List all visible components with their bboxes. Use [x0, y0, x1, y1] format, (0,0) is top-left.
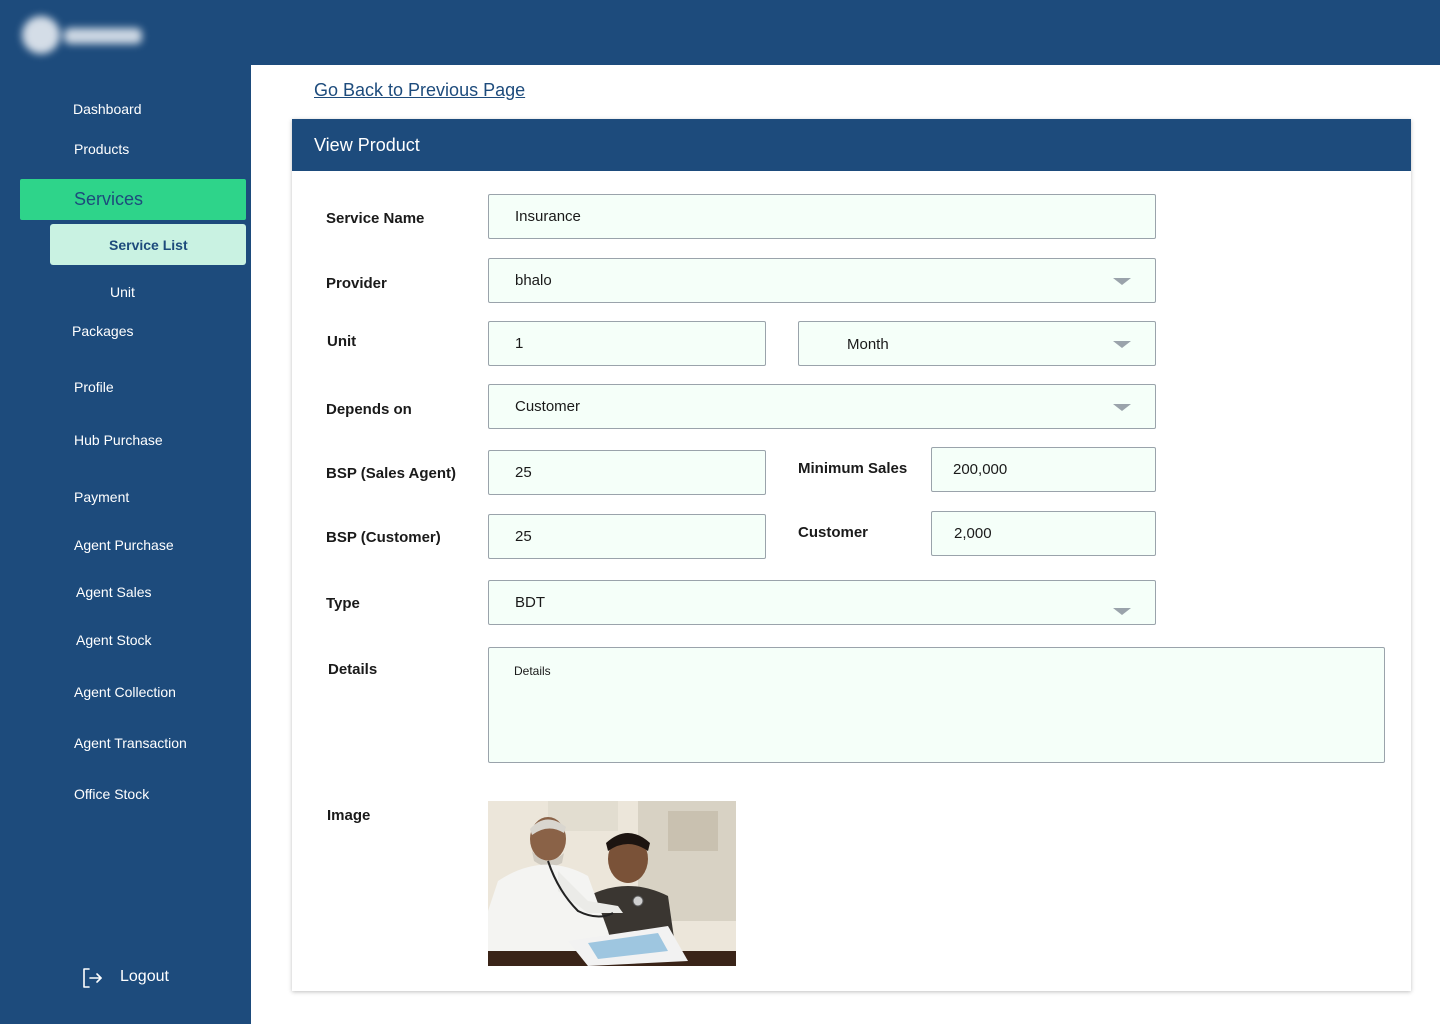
sidebar-item-services[interactable]: Services — [20, 179, 246, 220]
bsp-sales-agent-label: BSP (Sales Agent) — [326, 465, 457, 482]
sidebar-item-products[interactable]: Products — [74, 141, 129, 157]
chevron-down-icon — [1113, 278, 1131, 285]
sidebar-item-agent-stock[interactable]: Agent Stock — [76, 632, 152, 648]
sidebar-item-payment[interactable]: Payment — [74, 489, 129, 505]
depends-on-value: Customer — [515, 398, 581, 415]
bsp-sales-agent-value: 25 — [515, 464, 532, 481]
sidebar-item-agent-purchase[interactable]: Agent Purchase — [74, 537, 174, 553]
sidebar-subitem-unit[interactable]: Unit — [110, 284, 135, 300]
bsp-sales-agent-field[interactable]: 25 — [488, 450, 766, 495]
sidebar-subitem-service-list[interactable]: Service List — [50, 224, 246, 265]
type-label: Type — [326, 595, 360, 612]
card-title: View Product — [314, 135, 420, 155]
sidebar-item-packages[interactable]: Packages — [72, 323, 133, 339]
card-header: View Product — [292, 119, 1411, 171]
customer-label: Customer — [798, 524, 869, 541]
logout-icon — [83, 968, 102, 988]
sidebar-item-agent-collection[interactable]: Agent Collection — [74, 684, 176, 700]
type-value: BDT — [515, 594, 545, 611]
sidebar-item-profile[interactable]: Profile — [74, 379, 114, 395]
chevron-down-icon — [1113, 608, 1131, 615]
minimum-sales-field[interactable]: 200,000 — [931, 447, 1156, 492]
sidebar-item-hub-purchase[interactable]: Hub Purchase — [74, 432, 163, 448]
back-link[interactable]: Go Back to Previous Page — [314, 80, 525, 101]
service-name-field[interactable]: Insurance — [488, 194, 1156, 239]
sidebar-item-label: Services — [74, 189, 144, 209]
unit-period-value: Month — [847, 336, 889, 353]
unit-label: Unit — [327, 333, 357, 350]
type-select[interactable]: BDT — [488, 580, 1156, 625]
top-bar — [0, 0, 1440, 65]
depends-on-select[interactable]: Customer — [488, 384, 1156, 429]
logo[interactable] — [14, 10, 144, 58]
customer-value: 2,000 — [954, 525, 992, 542]
service-name-label: Service Name — [326, 210, 425, 227]
image-label: Image — [327, 807, 371, 824]
chevron-down-icon — [1113, 404, 1131, 411]
logout-button[interactable]: Logout — [80, 965, 200, 991]
sidebar-subitem-label: Service List — [109, 237, 188, 253]
minimum-sales-value: 200,000 — [953, 461, 1008, 478]
unit-period-select[interactable]: Month — [798, 321, 1156, 366]
customer-field[interactable]: 2,000 — [931, 511, 1156, 556]
provider-select[interactable]: bhalo — [488, 258, 1156, 303]
provider-value: bhalo — [515, 272, 552, 289]
product-image — [488, 801, 736, 966]
sidebar-item-agent-sales[interactable]: Agent Sales — [76, 584, 152, 600]
bsp-customer-field[interactable]: 25 — [488, 514, 766, 559]
bsp-customer-value: 25 — [515, 528, 532, 545]
details-label: Details — [328, 661, 378, 678]
details-value: Details — [514, 664, 551, 678]
bsp-customer-label: BSP (Customer) — [326, 529, 441, 546]
service-name-value: Insurance — [515, 208, 581, 225]
depends-on-label: Depends on — [326, 401, 412, 418]
sidebar: Dashboard Products Services Service List… — [0, 65, 251, 1024]
sidebar-item-office-stock[interactable]: Office Stock — [74, 786, 149, 802]
logout-label: Logout — [120, 968, 169, 985]
sidebar-item-agent-transaction[interactable]: Agent Transaction — [74, 735, 187, 751]
provider-label: Provider — [326, 275, 387, 292]
chevron-down-icon — [1113, 341, 1131, 348]
minimum-sales-label: Minimum Sales — [798, 460, 908, 477]
unit-quantity-field[interactable]: 1 — [488, 321, 766, 366]
view-product-card: View Product — [292, 119, 1411, 991]
sidebar-item-dashboard[interactable]: Dashboard — [73, 101, 142, 117]
details-textarea[interactable]: Details — [488, 647, 1385, 763]
unit-quantity-value: 1 — [515, 335, 524, 352]
